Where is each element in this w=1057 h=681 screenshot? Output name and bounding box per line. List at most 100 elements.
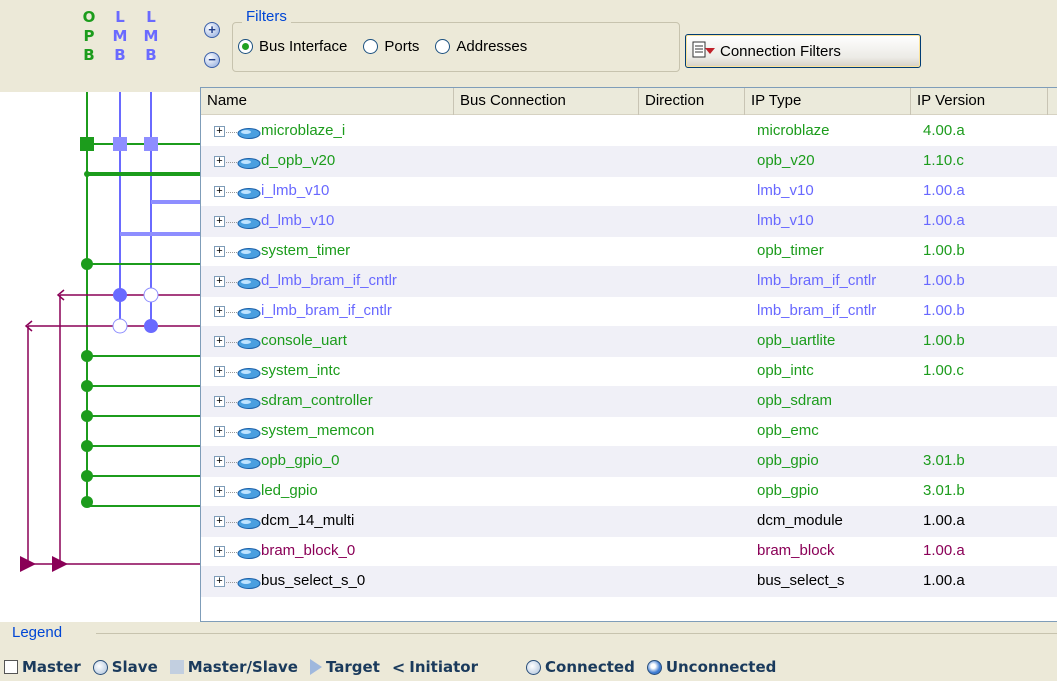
ip-type: opb_timer — [757, 242, 824, 259]
instance-name: bus_select_s_0 — [261, 572, 366, 589]
table-row[interactable]: + bus_select_s_0 bus_select_s 1.00.a — [201, 566, 1057, 597]
ip-version: 1.00.a — [923, 512, 965, 529]
table-row[interactable]: + bram_block_0 bram_block 1.00.a — [201, 536, 1057, 567]
column-header-name[interactable]: Name — [201, 88, 454, 115]
instance-name: sdram_controller — [261, 392, 373, 409]
ip-version: 1.00.a — [923, 182, 965, 199]
instance-icon — [237, 216, 261, 229]
instance-icon — [237, 576, 261, 589]
table-row[interactable]: + d_lmb_v10 lmb_v10 1.00.a — [201, 206, 1057, 237]
instance-name: microblaze_i — [261, 122, 346, 139]
expand-icon[interactable]: + — [214, 366, 225, 377]
ip-type: bus_select_s — [757, 572, 845, 589]
ip-type: bram_block — [757, 542, 835, 559]
column-header-ip-type[interactable]: IP Type — [745, 88, 911, 115]
table-row[interactable]: + microblaze_i microblaze 4.00.a — [201, 116, 1057, 147]
instance-icon — [237, 516, 261, 529]
expand-icon[interactable]: + — [214, 516, 225, 527]
table-row[interactable]: + system_memcon opb_emc — [201, 416, 1057, 447]
expand-icon[interactable]: + — [214, 246, 225, 257]
expand-icon[interactable]: + — [214, 426, 225, 437]
table-row[interactable]: + system_intc opb_intc 1.00.c — [201, 356, 1057, 387]
column-header-direction[interactable]: Direction — [639, 88, 745, 115]
instance-icon — [237, 486, 261, 499]
connection-filters-button[interactable]: Connection Filters — [685, 34, 921, 68]
expand-icon[interactable]: + — [214, 546, 225, 557]
filters-title: Filters — [242, 8, 291, 25]
instance-icon — [237, 276, 261, 289]
ip-version: 3.01.b — [923, 452, 965, 469]
table-row[interactable]: + system_timer opb_timer 1.00.b — [201, 236, 1057, 267]
instance-icon — [237, 126, 261, 139]
expand-icon[interactable]: + — [214, 216, 225, 227]
table-row[interactable]: + opb_gpio_0 opb_gpio 3.01.b — [201, 446, 1057, 477]
column-header-bus-connection[interactable]: Bus Connection — [454, 88, 639, 115]
instance-icon — [237, 156, 261, 169]
table-row[interactable]: + i_lmb_bram_if_cntlr lmb_bram_if_cntlr 1.0… — [201, 296, 1057, 327]
column-header-ip-version[interactable]: IP Version — [911, 88, 1048, 115]
expand-icon[interactable]: + — [214, 306, 225, 317]
expand-icon[interactable]: + — [214, 336, 225, 347]
instance-name: opb_gpio_0 — [261, 452, 340, 469]
zoom-in-icon[interactable]: + — [204, 22, 220, 38]
table-header: Name Bus Connection Direction IP Type IP… — [201, 88, 1057, 115]
instance-name: console_uart — [261, 332, 347, 349]
radio-ports[interactable]: Ports — [363, 38, 419, 55]
table-row[interactable]: + i_lmb_v10 lmb_v10 1.00.a — [201, 176, 1057, 207]
instance-name: bram_block_0 — [261, 542, 356, 559]
radio-addresses[interactable]: Addresses — [435, 38, 527, 55]
ip-version: 1.00.c — [923, 362, 964, 379]
expand-icon[interactable]: + — [214, 396, 225, 407]
bus-connection-diagram — [0, 92, 200, 622]
instance-icon — [237, 546, 261, 559]
table-row[interactable]: + sdram_controller opb_sdram — [201, 386, 1057, 417]
table-row[interactable]: + d_opb_v20 opb_v20 1.10.c — [201, 146, 1057, 177]
radio-dot-icon — [435, 39, 451, 54]
expand-icon[interactable]: + — [214, 576, 225, 587]
ip-type: opb_gpio — [757, 452, 819, 469]
expand-icon[interactable]: + — [214, 186, 225, 197]
ip-type: opb_gpio — [757, 482, 819, 499]
bus-label-lmb-1: LMB — [112, 8, 128, 64]
legend-title: Legend — [12, 624, 63, 641]
instance-name: led_gpio — [261, 482, 318, 499]
expand-icon[interactable]: + — [214, 486, 225, 497]
table-row[interactable]: + console_uart opb_uartlite 1.00.b — [201, 326, 1057, 357]
ip-type: opb_intc — [757, 362, 814, 379]
expand-icon[interactable]: + — [214, 276, 225, 287]
legend-slave: Slave — [92, 658, 158, 676]
instance-name: i_lmb_bram_if_cntlr — [261, 302, 392, 319]
filter-dropdown-icon — [692, 41, 718, 61]
instance-name: system_intc — [261, 362, 341, 379]
ip-type: lmb_v10 — [757, 212, 814, 229]
ip-type: dcm_module — [757, 512, 843, 529]
ip-version: 1.00.b — [923, 302, 965, 319]
ip-version: 1.00.b — [923, 242, 965, 259]
bus-label-opb: OPB — [82, 8, 96, 64]
expand-icon[interactable]: + — [214, 456, 225, 467]
expand-icon[interactable]: + — [214, 126, 225, 137]
ip-version: 1.10.c — [923, 152, 964, 169]
instance-icon — [237, 426, 261, 439]
legend-master-slave: Master/Slave — [169, 658, 298, 676]
instance-name: d_lmb_v10 — [261, 212, 335, 229]
instance-name: d_opb_v20 — [261, 152, 336, 169]
legend-divider — [96, 633, 1057, 634]
table-row[interactable]: + led_gpio opb_gpio 3.01.b — [201, 476, 1057, 507]
table-row[interactable]: + d_lmb_bram_if_cntlr lmb_bram_if_cntlr 1.0… — [201, 266, 1057, 297]
ip-type: microblaze — [757, 122, 830, 139]
radio-bus-interface[interactable]: Bus Interface — [238, 38, 347, 55]
unconnected-icon — [646, 659, 662, 675]
instance-icon — [237, 246, 261, 259]
filter-radio-row: Bus Interface Ports Addresses — [238, 38, 535, 55]
ip-version: 1.00.a — [923, 542, 965, 559]
expand-icon[interactable]: + — [214, 156, 225, 167]
bus-column-letters: OPB LMB LMB — [76, 8, 176, 92]
ip-version: 1.00.a — [923, 212, 965, 229]
zoom-out-icon[interactable]: − — [204, 52, 220, 68]
ip-type: opb_sdram — [757, 392, 833, 409]
ip-version: 1.00.b — [923, 272, 965, 289]
ip-version: 4.00.a — [923, 122, 965, 139]
table-row[interactable]: + dcm_14_multi dcm_module 1.00.a — [201, 506, 1057, 537]
ip-version: 3.01.b — [923, 482, 965, 499]
